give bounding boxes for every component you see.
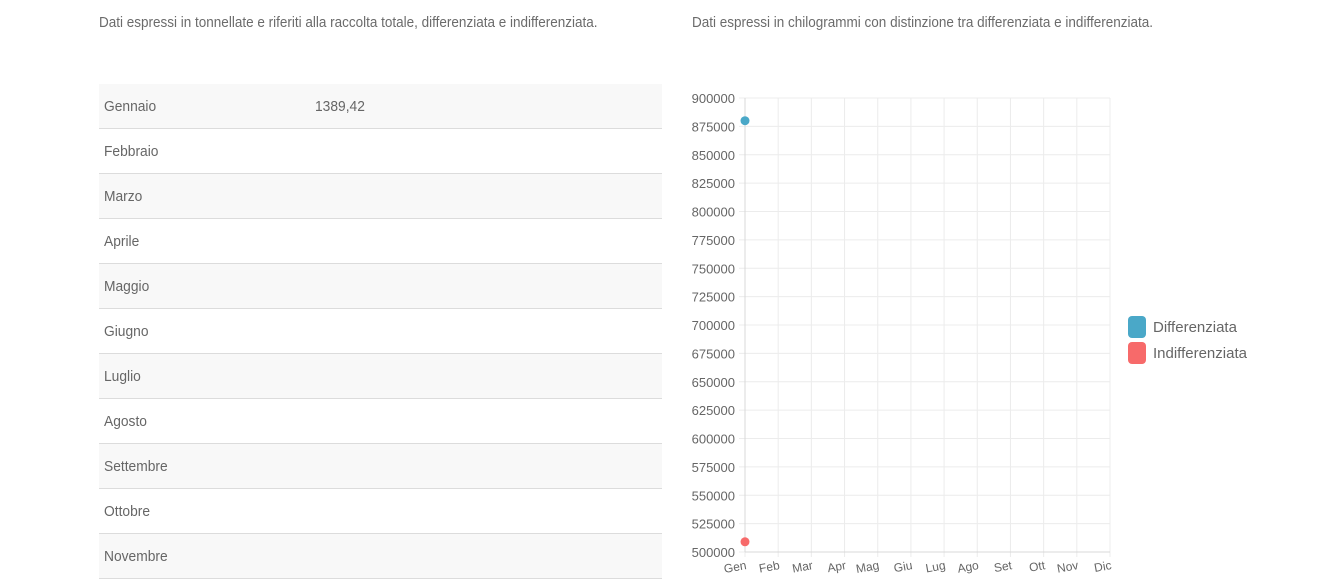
y-tick-label: 800000 (692, 205, 735, 220)
y-tick-label: 700000 (692, 318, 735, 333)
y-tick-label: 875000 (692, 119, 735, 134)
legend-swatch (1128, 342, 1146, 364)
x-tick-label: Ott (1028, 558, 1047, 575)
x-tick-label: Gen (723, 558, 748, 575)
y-tick-label: 675000 (692, 346, 735, 361)
x-tick-label: Ago (956, 558, 980, 575)
y-tick-label: 575000 (692, 460, 735, 475)
y-tick-label: 650000 (692, 375, 735, 390)
y-tick-label: 775000 (692, 233, 735, 248)
x-tick-label: Nov (1056, 558, 1079, 575)
y-tick-label: 900000 (692, 91, 735, 106)
x-tick-label: Dic (1093, 558, 1113, 575)
y-tick-label: 850000 (692, 148, 735, 163)
x-tick-label: Mar (791, 558, 814, 575)
y-tick-label: 550000 (692, 488, 735, 503)
y-tick-label: 750000 (692, 261, 735, 276)
legend-swatch (1128, 316, 1146, 338)
x-tick-label: Set (993, 558, 1014, 575)
x-tick-label: Apr (826, 558, 847, 575)
y-tick-label: 600000 (692, 432, 735, 447)
y-tick-label: 825000 (692, 176, 735, 191)
y-tick-label: 725000 (692, 290, 735, 305)
x-tick-label: Feb (758, 558, 781, 575)
x-tick-label: Lug (924, 558, 946, 575)
legend-label: Indifferenziata (1153, 345, 1248, 362)
x-tick-label: Giu (893, 558, 914, 575)
monthly-chart: 500000 525000 550000 575000 600000 625000 6500… (692, 91, 1248, 575)
data-point (740, 116, 750, 126)
y-tick-label: 500000 (692, 545, 735, 560)
data-point (740, 537, 750, 547)
y-tick-label: 525000 (692, 517, 735, 532)
x-tick-label: Mag (855, 558, 880, 575)
legend-label: Differenziata (1153, 319, 1238, 336)
y-tick-label: 625000 (692, 403, 735, 418)
